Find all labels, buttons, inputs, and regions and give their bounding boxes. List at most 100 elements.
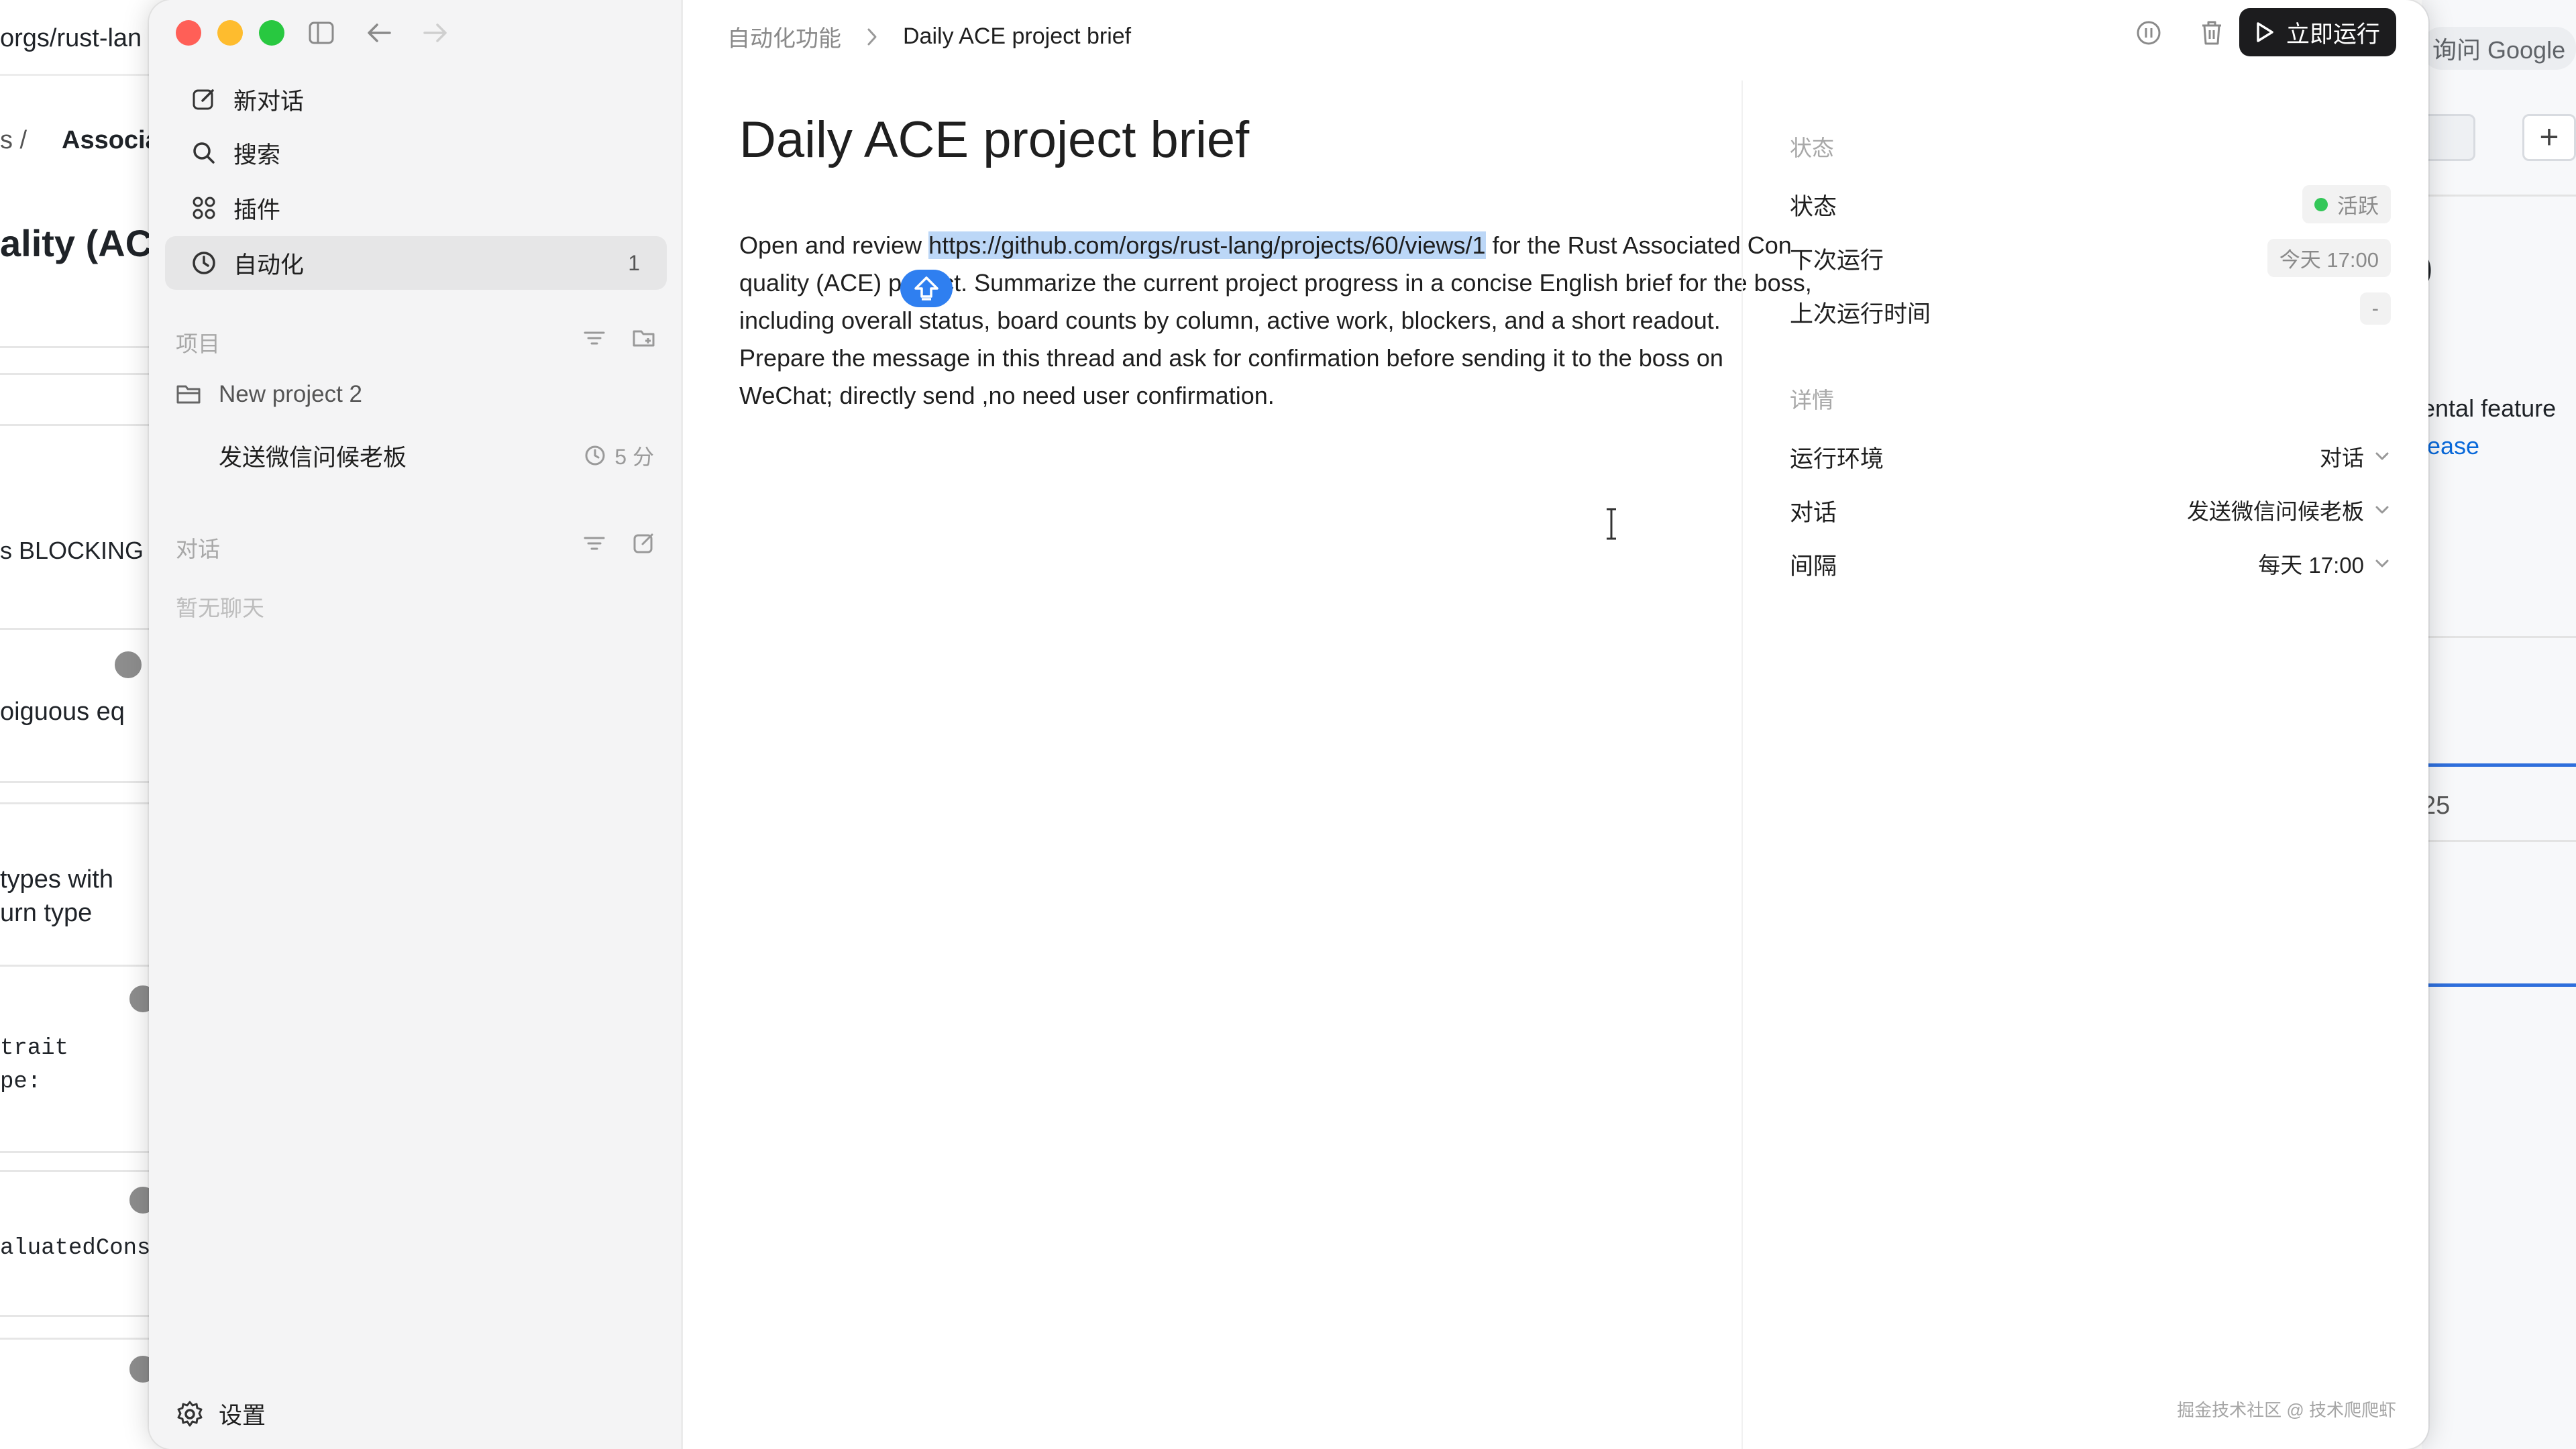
bg-blocking: s BLOCKING t <box>0 537 154 564</box>
status-badge: 活跃 <box>2302 185 2391 223</box>
bg-eq: oiguous eq <box>0 698 125 726</box>
bg-accent-line <box>2422 983 2576 987</box>
automation-prompt[interactable]: Open and review https://github.com/orgs/… <box>739 227 1813 415</box>
clock-icon <box>584 444 606 467</box>
new-chat-icon[interactable] <box>631 530 657 557</box>
app-window: 新对话 搜索 插件 自动化 1 项目 New project 2 发送微信问候老… <box>149 0 2428 1449</box>
bg-divider <box>2422 840 2576 842</box>
bg-divider <box>0 1170 154 1172</box>
environment-value: 对话 <box>2320 445 2364 470</box>
clock-icon <box>191 250 217 276</box>
forward-arrow-icon[interactable] <box>420 17 451 48</box>
details-section-header: 详情 <box>1790 388 1834 413</box>
delete-button[interactable] <box>2196 17 2227 48</box>
pause-icon <box>2135 19 2162 46</box>
minimize-window-button[interactable] <box>217 20 243 46</box>
bg-const: aluatedConst <box>0 1236 154 1261</box>
bg-divider <box>0 373 154 375</box>
status-section-header: 状态 <box>1790 136 1834 160</box>
panel-divider <box>1741 80 1743 1449</box>
chevron-down-icon <box>2373 557 2391 570</box>
maximize-window-button[interactable] <box>259 20 284 46</box>
last-run-badge: - <box>2359 292 2391 325</box>
play-icon <box>2255 21 2274 43</box>
pause-button[interactable] <box>2133 17 2164 48</box>
chat-label: 对话 <box>1790 500 1837 526</box>
last-run-label: 上次运行时间 <box>1790 301 1931 327</box>
automation-count-badge: 1 <box>628 250 640 275</box>
task-name[interactable]: 发送微信问候老板 <box>219 439 407 473</box>
folder-icon <box>176 382 203 407</box>
chats-empty-text: 暂无聊天 <box>176 596 264 621</box>
breadcrumb: 自动化功能 Daily ACE project brief <box>727 20 1131 53</box>
nav-label: 自动化 <box>233 252 305 278</box>
chevron-right-icon <box>865 27 879 47</box>
plugins-grid-icon <box>191 195 217 221</box>
background-window-left: orgs/rust-lan s / Associa ality (ACE s B… <box>0 0 154 1449</box>
chevron-down-icon <box>2373 449 2391 463</box>
settings-button[interactable]: 设置 <box>176 1397 266 1431</box>
bg-accent-line <box>2422 763 2576 767</box>
bg-crumb-sep: s / <box>0 126 28 154</box>
prompt-link[interactable]: https://github.com/orgs/rust-lang/projec… <box>928 231 1486 259</box>
bg-divider <box>0 1151 154 1153</box>
project-name: New project 2 <box>219 381 362 407</box>
breadcrumb-current: Daily ACE project brief <box>903 23 1132 49</box>
bg-pe: pe: <box>0 1069 42 1095</box>
bg-divider <box>2422 195 2576 197</box>
nav-automation[interactable]: 自动化 1 <box>165 236 667 290</box>
bg-divider <box>0 346 154 348</box>
task-schedule-meta: 5 分 <box>584 440 654 471</box>
nav-search[interactable]: 搜索 <box>165 126 667 180</box>
bg-types-2: urn type <box>0 899 93 927</box>
nav-label: 新对话 <box>233 88 305 115</box>
projects-header: 项目 <box>176 331 220 356</box>
interval-value: 每天 17:00 <box>2258 553 2364 578</box>
environment-select[interactable]: 对话 <box>2320 440 2391 472</box>
bg-divider <box>0 1338 154 1340</box>
nav-label: 插件 <box>233 197 281 223</box>
nav-new-chat[interactable]: 新对话 <box>165 72 667 126</box>
sidebar-toggle-icon[interactable] <box>306 17 337 48</box>
status-badge-text: 活跃 <box>2337 195 2379 218</box>
interval-select[interactable]: 每天 17:00 <box>2258 547 2391 580</box>
close-window-button[interactable] <box>176 20 201 46</box>
background-window-right: 询问 Google + ) ental feature lease 25 <box>2422 0 2576 1449</box>
project-item[interactable]: New project 2 <box>176 381 362 408</box>
nav-plugins[interactable]: 插件 <box>165 181 667 235</box>
settings-label: 设置 <box>219 1403 266 1429</box>
task-interval-text: 5 分 <box>614 445 654 469</box>
edit-icon <box>191 86 217 113</box>
bg-google-text: 询问 Google <box>2422 27 2576 70</box>
bg-url-text: orgs/rust-lan <box>0 24 142 52</box>
bg-dropdown <box>2422 114 2475 161</box>
nav-label: 搜索 <box>233 142 281 168</box>
text-cursor-icon <box>1605 507 1618 548</box>
last-run-value: - <box>2359 292 2391 325</box>
run-now-button[interactable]: 立即运行 <box>2239 8 2396 56</box>
status-label: 状态 <box>1790 194 1837 220</box>
status-dot-icon <box>2314 197 2328 211</box>
filter-icon[interactable] <box>581 325 608 352</box>
trash-icon <box>2198 19 2225 47</box>
chat-select[interactable]: 发送微信问候老板 <box>2187 494 2391 526</box>
selection-cursor-badge <box>900 270 953 307</box>
next-run-label: 下次运行 <box>1790 248 1884 274</box>
chat-value: 发送微信问候老板 <box>2187 499 2364 524</box>
prompt-text: Open and review <box>739 231 929 259</box>
chats-header: 对话 <box>176 537 220 561</box>
next-run-value: 今天 17:00 <box>2267 239 2391 277</box>
bg-divider <box>0 424 154 426</box>
avatar <box>113 649 144 680</box>
bg-types-1: types with <box>0 865 113 894</box>
bg-divider <box>0 965 154 967</box>
bg-feature: ental feature <box>2422 394 2557 422</box>
chevron-down-icon <box>2373 503 2391 517</box>
bg-crumb: Associa <box>62 126 154 154</box>
status-value: 活跃 <box>2302 185 2391 223</box>
filter-icon[interactable] <box>581 530 608 557</box>
bg-divider <box>0 74 154 76</box>
breadcrumb-parent[interactable]: 自动化功能 <box>727 20 841 53</box>
new-folder-icon[interactable] <box>631 325 657 352</box>
back-arrow-icon[interactable] <box>364 17 394 48</box>
